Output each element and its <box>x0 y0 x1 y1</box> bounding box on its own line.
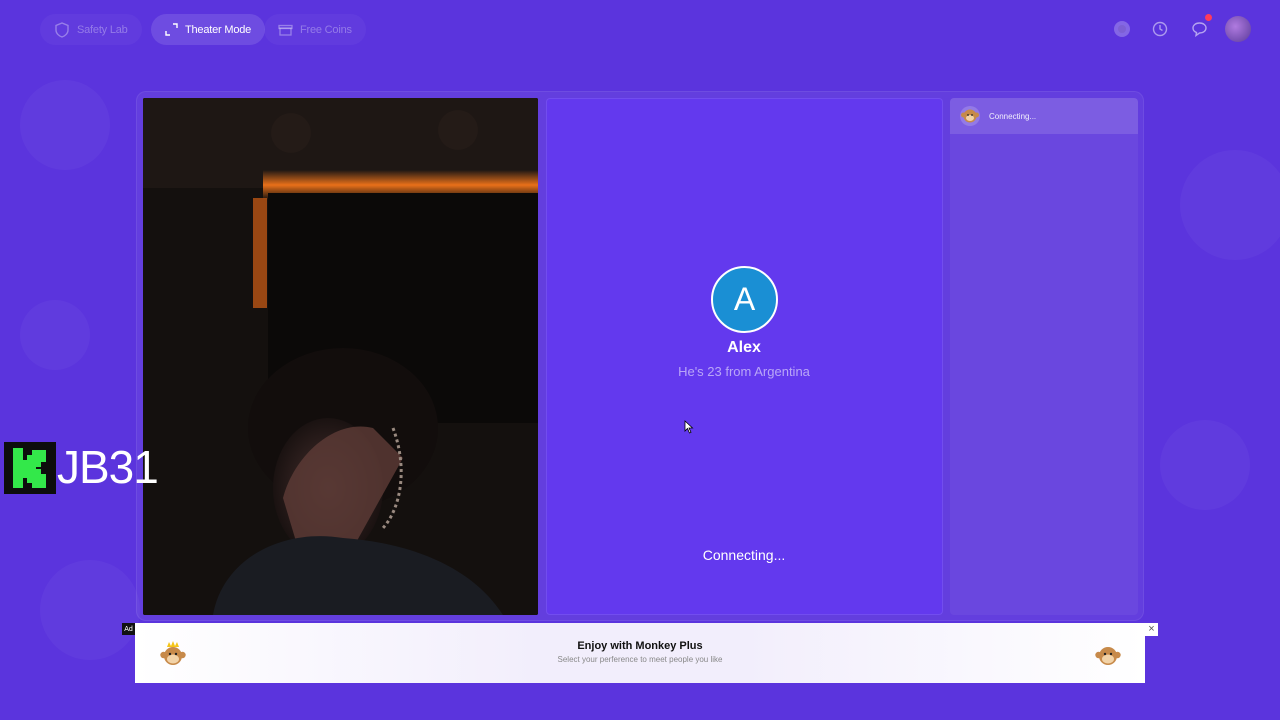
background-decoration <box>20 300 90 370</box>
partner-name: Alex <box>727 339 761 356</box>
crowned-monkey-icon <box>160 641 186 665</box>
ad-badge: Ad <box>122 623 135 635</box>
background-decoration <box>20 80 110 170</box>
self-video <box>143 98 538 615</box>
monkey-avatar-icon <box>960 106 980 126</box>
expand-icon <box>165 23 178 36</box>
background-decoration <box>1180 150 1280 260</box>
ad-close-button[interactable]: × <box>1145 623 1158 636</box>
notification-badge <box>1205 14 1212 21</box>
free-coins-label: Free Coins <box>300 23 352 36</box>
streamer-tag: JB31 <box>57 441 159 493</box>
theater-mode-label: Theater Mode <box>185 23 252 36</box>
gift-icon <box>278 22 293 37</box>
background-decoration <box>1160 420 1250 510</box>
shield-icon <box>54 21 70 38</box>
ad-banner[interactable] <box>135 623 1145 683</box>
chat-panel <box>950 98 1138 615</box>
safety-lab-button[interactable]: Safety Lab <box>40 14 142 45</box>
background-decoration <box>40 560 140 660</box>
ad-subtitle: Select your perference to meet people yo… <box>557 655 723 664</box>
monkey-icon <box>1095 647 1121 665</box>
history-icon[interactable] <box>1148 17 1172 41</box>
webcam-feed <box>143 98 538 615</box>
connection-status: Connecting... <box>702 547 786 563</box>
mouse-cursor-icon <box>684 420 694 434</box>
chat-status-row: Connecting... <box>950 98 1138 134</box>
free-coins-button[interactable]: Free Coins <box>264 14 366 45</box>
chat-status-text: Connecting... <box>989 111 1037 121</box>
chat-icon[interactable] <box>1187 14 1212 41</box>
partner-avatar: A <box>711 266 778 333</box>
theater-mode-button[interactable]: Theater Mode <box>151 14 266 45</box>
partner-info: He's 23 from Argentina <box>678 364 810 379</box>
kick-logo <box>4 442 56 494</box>
ad-title: Enjoy with Monkey Plus <box>577 640 703 652</box>
globe-icon[interactable] <box>1110 17 1134 41</box>
top-bar: Safety Lab Theater Mode Free Coins <box>0 0 1280 60</box>
profile-avatar[interactable] <box>1225 16 1251 42</box>
safety-lab-label: Safety Lab <box>77 23 128 36</box>
